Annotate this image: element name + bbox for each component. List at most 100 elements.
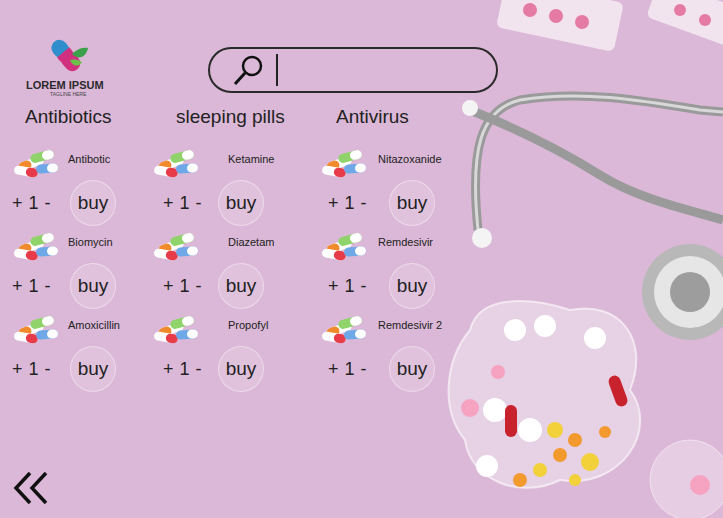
logo[interactable]: LOREM IPSUM TAGLINE HERE: [0, 0, 208, 100]
pills-icon: [320, 232, 370, 262]
logo-title: LOREM IPSUM: [26, 79, 104, 91]
product-item: Propofyl+1-buy: [150, 315, 318, 391]
minus-button[interactable]: -: [45, 190, 51, 217]
pills-icon: [12, 149, 62, 179]
quantity-row: +1-buy: [10, 181, 150, 225]
minus-button[interactable]: -: [45, 273, 51, 300]
quantity-row: +1-buy: [150, 264, 318, 308]
category-columns: AntibioticsAntibotic+1-buyBiomycin+1-buy…: [0, 100, 723, 391]
product-item: Ketamine+1-buy: [150, 149, 318, 225]
plus-button[interactable]: +: [328, 190, 339, 217]
plus-button[interactable]: +: [12, 190, 23, 217]
quantity-value: 1: [29, 190, 39, 217]
product-item: Remdesivir 2+1-buy: [318, 315, 493, 391]
quantity-row: +1-buy: [318, 264, 493, 308]
back-icon[interactable]: [12, 470, 50, 506]
category-title: sleeping pills: [150, 105, 318, 129]
search-bar: [208, 47, 498, 93]
pills-icon: [12, 232, 62, 262]
product-header: Diazetam: [150, 232, 318, 262]
plus-button[interactable]: +: [163, 190, 174, 217]
quantity-row: +1-buy: [10, 347, 150, 391]
buy-button[interactable]: buy: [389, 263, 435, 309]
pills-icon: [152, 315, 202, 345]
product-name: Biomycin: [68, 232, 113, 249]
pills-icon: [152, 149, 202, 179]
quantity-value: 1: [345, 356, 355, 383]
product-header: Remdesivir 2: [318, 315, 493, 345]
product-name: Propofyl: [228, 315, 268, 332]
product-item: Diazetam +1-buy: [150, 232, 318, 308]
product-list: Ketamine+1-buyDiazetam+1-buyPropofyl+1-b…: [150, 149, 318, 391]
product-header: Amoxicillin: [10, 315, 150, 345]
buy-button[interactable]: buy: [389, 346, 435, 392]
quantity-stepper: +1-: [10, 356, 70, 383]
quantity-stepper: +1-: [318, 273, 378, 300]
product-header: Ketamine: [150, 149, 318, 179]
plus-button[interactable]: +: [328, 273, 339, 300]
quantity-value: 1: [345, 190, 355, 217]
product-item: Amoxicillin +1-buy: [10, 315, 150, 391]
product-name: Amoxicillin: [68, 315, 120, 332]
buy-button[interactable]: buy: [218, 180, 264, 226]
buy-button[interactable]: buy: [70, 180, 116, 226]
capsule-logo-icon: [46, 32, 90, 78]
quantity-value: 1: [180, 190, 190, 217]
minus-button[interactable]: -: [196, 356, 202, 383]
product-header: Antibotic: [10, 149, 150, 179]
plus-button[interactable]: +: [163, 273, 174, 300]
category-column: AntivirusNitazoxanide+1-buyRemdesivir+1-…: [318, 105, 493, 391]
minus-button[interactable]: -: [361, 273, 367, 300]
quantity-stepper: +1-: [10, 190, 70, 217]
plus-button[interactable]: +: [12, 273, 23, 300]
product-header: Propofyl: [150, 315, 318, 345]
product-item: Nitazoxanide+1-buy: [318, 149, 493, 225]
product-item: Remdesivir+1-buy: [318, 232, 493, 308]
quantity-value: 1: [345, 273, 355, 300]
minus-button[interactable]: -: [196, 190, 202, 217]
minus-button[interactable]: -: [45, 356, 51, 383]
minus-button[interactable]: -: [361, 190, 367, 217]
product-name: Antibotic: [68, 149, 110, 166]
product-item: Antibotic +1-buy: [10, 149, 150, 225]
header: LOREM IPSUM TAGLINE HERE: [0, 0, 723, 100]
quantity-stepper: +1-: [150, 356, 210, 383]
product-name: Nitazoxanide: [378, 149, 442, 166]
quantity-stepper: +1-: [10, 273, 70, 300]
category-title: Antibiotics: [10, 105, 150, 129]
pills-icon: [320, 315, 370, 345]
product-name: Diazetam: [228, 232, 274, 249]
plus-button[interactable]: +: [328, 356, 339, 383]
minus-button[interactable]: -: [361, 356, 367, 383]
quantity-stepper: +1-: [318, 190, 378, 217]
quantity-value: 1: [180, 356, 190, 383]
buy-button[interactable]: buy: [70, 263, 116, 309]
buy-button[interactable]: buy: [218, 263, 264, 309]
magnifier-icon[interactable]: [232, 53, 266, 87]
quantity-stepper: +1-: [150, 190, 210, 217]
category-column: sleeping pillsKetamine+1-buyDiazetam+1-b…: [150, 105, 318, 391]
search-divider: [276, 54, 278, 86]
pills-icon: [12, 315, 62, 345]
quantity-stepper: +1-: [318, 356, 378, 383]
product-list: Antibotic+1-buyBiomycin+1-buyAmoxicillin…: [10, 149, 150, 391]
quantity-row: +1-buy: [318, 347, 493, 391]
plus-button[interactable]: +: [163, 356, 174, 383]
product-header: Biomycin: [10, 232, 150, 262]
buy-button[interactable]: buy: [218, 346, 264, 392]
search-input[interactable]: [286, 58, 482, 82]
quantity-row: +1-buy: [318, 181, 493, 225]
logo-tagline: TAGLINE HERE: [26, 91, 86, 97]
quantity-value: 1: [29, 356, 39, 383]
product-name: Ketamine: [228, 149, 274, 166]
page: LOREM IPSUM TAGLINE HERE Antibiotics Anti…: [0, 0, 723, 518]
plus-button[interactable]: +: [12, 356, 23, 383]
quantity-row: +1-buy: [150, 181, 318, 225]
pills-icon: [152, 232, 202, 262]
buy-button[interactable]: buy: [70, 346, 116, 392]
buy-button[interactable]: buy: [389, 180, 435, 226]
minus-button[interactable]: -: [196, 273, 202, 300]
product-list: Nitazoxanide+1-buyRemdesivir+1-buyRemdes…: [318, 149, 493, 391]
product-header: Nitazoxanide: [318, 149, 493, 179]
quantity-value: 1: [180, 273, 190, 300]
